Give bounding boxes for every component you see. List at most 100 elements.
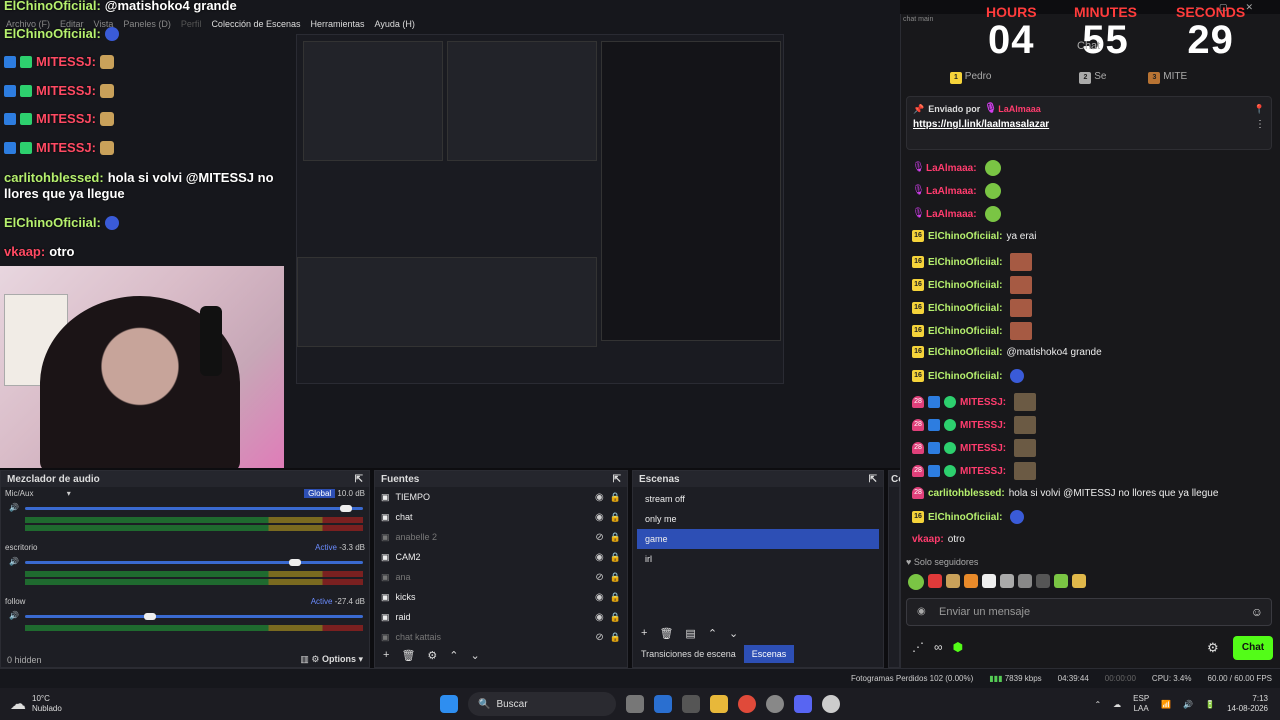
- infinity-icon[interactable]: ∞: [934, 640, 943, 654]
- chat-username[interactable]: LaAlmaaa:: [926, 163, 977, 174]
- chevron-down-icon[interactable]: ⌄: [729, 627, 738, 640]
- chat-username[interactable]: vkaap:: [912, 534, 944, 545]
- gear-icon[interactable]: ⚙: [311, 654, 319, 664]
- tab-transitions[interactable]: Transiciones de escena: [633, 645, 744, 663]
- app-icon[interactable]: [682, 695, 700, 713]
- menu-herramientas[interactable]: Herramientas: [311, 19, 365, 29]
- lock-icon[interactable]: 🔒: [610, 532, 621, 543]
- filter-icon[interactable]: ▤: [685, 627, 695, 640]
- emote-icon[interactable]: [982, 574, 996, 588]
- menu-vista[interactable]: Vista: [94, 19, 114, 29]
- chevron-down-icon[interactable]: ⌄: [471, 649, 480, 662]
- volume-slider[interactable]: [25, 559, 363, 566]
- eye-icon[interactable]: ◉: [595, 612, 604, 623]
- app-icon[interactable]: [766, 695, 784, 713]
- chevron-down-icon[interactable]: ▾: [67, 489, 71, 498]
- chat-username[interactable]: LaAlmaaa:: [926, 186, 977, 197]
- emote-icon[interactable]: [928, 574, 942, 588]
- speaker-icon[interactable]: 🔊: [9, 611, 19, 620]
- clock[interactable]: 7:13 14-08-2026: [1227, 694, 1268, 714]
- emote-icon[interactable]: [1072, 574, 1086, 588]
- lock-icon[interactable]: 🔒: [610, 632, 621, 643]
- chevron-up-icon[interactable]: ⌃: [449, 649, 458, 662]
- source-item[interactable]: ▣ chat ◉ 🔒: [375, 507, 627, 527]
- emote-icon[interactable]: [946, 574, 960, 588]
- source-item[interactable]: ▣ chat kattais ⊘ 🔒: [375, 627, 627, 647]
- pin-toggle-icon[interactable]: 📍: [1254, 104, 1265, 115]
- discord-icon[interactable]: [794, 695, 812, 713]
- chat-username[interactable]: ElChinoOficiial:: [928, 231, 1002, 242]
- lock-icon[interactable]: 🔒: [610, 552, 621, 563]
- chat-username[interactable]: ElChinoOficiial:: [928, 347, 1002, 358]
- source-item[interactable]: ▣ CAM2 ◉ 🔒: [375, 547, 627, 567]
- task-view-icon[interactable]: [626, 695, 644, 713]
- chat-username[interactable]: LaAlmaaa:: [926, 209, 977, 220]
- lock-icon[interactable]: 🔒: [610, 612, 621, 623]
- lock-icon[interactable]: 🔒: [610, 592, 621, 603]
- more-options-icon[interactable]: ⋮: [1255, 119, 1265, 130]
- gear-icon[interactable]: ⚙: [427, 649, 437, 662]
- eye-icon[interactable]: ◉: [595, 552, 604, 563]
- emote-icon[interactable]: [1036, 574, 1050, 588]
- close-icon[interactable]: ✕: [1246, 2, 1254, 13]
- lock-icon[interactable]: 🔒: [610, 572, 621, 583]
- menu-paneles[interactable]: Paneles (D): [123, 19, 171, 29]
- volume-icon[interactable]: 🔊: [1183, 700, 1193, 709]
- speaker-icon[interactable]: 🔊: [9, 503, 19, 512]
- slider-knob[interactable]: [340, 505, 353, 512]
- layout-icon[interactable]: ▥: [300, 654, 309, 664]
- weather-widget[interactable]: ☁ 10°C Nublado: [10, 694, 62, 714]
- scene-item[interactable]: irl: [637, 549, 879, 569]
- dock-float-icon[interactable]: ⇱: [355, 474, 363, 485]
- eye-off-icon[interactable]: ⊘: [595, 532, 603, 543]
- tab-scenes[interactable]: Escenas: [743, 645, 795, 663]
- scene-item[interactable]: only me: [637, 509, 879, 529]
- trash-icon[interactable]: 🗑: [401, 649, 415, 662]
- dock-float-icon[interactable]: ⇱: [613, 474, 621, 485]
- kick-icon[interactable]: ⬢: [953, 640, 963, 654]
- chat-username[interactable]: MITESSJ:: [960, 443, 1006, 454]
- lock-icon[interactable]: 🔒: [610, 492, 621, 503]
- source-item[interactable]: ▣ kicks ◉ 🔒: [375, 587, 627, 607]
- chat-username[interactable]: ElChinoOficiial:: [928, 303, 1002, 314]
- volume-slider[interactable]: [25, 505, 363, 512]
- chevron-up-icon[interactable]: ⌃: [708, 627, 717, 640]
- taskbar-search[interactable]: 🔍 Buscar: [468, 692, 616, 716]
- source-item[interactable]: ▣ ana ⊘ 🔒: [375, 567, 627, 587]
- message-input[interactable]: ◉ Enviar un mensaje ☺: [906, 598, 1272, 626]
- emoji-icon[interactable]: ☺: [1251, 605, 1263, 619]
- chat-username[interactable]: MITESSJ:: [960, 397, 1006, 408]
- chat-username[interactable]: ElChinoOficiial:: [928, 280, 1002, 291]
- obs-icon[interactable]: [822, 695, 840, 713]
- options-button[interactable]: Options: [322, 654, 356, 664]
- trash-icon[interactable]: 🗑: [659, 627, 673, 640]
- speaker-icon[interactable]: 🔊: [9, 557, 19, 566]
- emote-icon[interactable]: [1000, 574, 1014, 588]
- emote-icon[interactable]: [1018, 574, 1032, 588]
- share-icon[interactable]: ⋰: [912, 640, 924, 654]
- menu-editar[interactable]: Editar: [60, 19, 84, 29]
- network-icon[interactable]: ☁: [1113, 700, 1121, 709]
- slider-knob[interactable]: [289, 559, 302, 566]
- chat-username[interactable]: MITESSJ:: [960, 420, 1006, 431]
- lock-icon[interactable]: 🔒: [610, 512, 621, 523]
- menu-perfil[interactable]: Perfil: [181, 19, 202, 29]
- chat-username[interactable]: carlitohblessed:: [928, 488, 1005, 499]
- emote-icon[interactable]: [908, 574, 924, 590]
- source-item[interactable]: ▣ anabelle 2 ⊘ 🔒: [375, 527, 627, 547]
- folder-icon[interactable]: [710, 695, 728, 713]
- chat-send-button[interactable]: Chat: [1233, 636, 1273, 660]
- eye-off-icon[interactable]: ⊘: [595, 572, 603, 583]
- chrome-icon[interactable]: [738, 695, 756, 713]
- dock-float-icon[interactable]: ⇱: [869, 474, 877, 485]
- emote-icon[interactable]: [1054, 574, 1068, 588]
- eye-off-icon[interactable]: ⊘: [595, 632, 603, 643]
- eye-icon[interactable]: ◉: [595, 592, 604, 603]
- chat-username[interactable]: ElChinoOficiial:: [928, 371, 1002, 382]
- wifi-icon[interactable]: 📶: [1161, 700, 1171, 709]
- chat-username[interactable]: ElChinoOficiial:: [928, 326, 1002, 337]
- emote-icon[interactable]: [964, 574, 978, 588]
- menu-archivo[interactable]: Archivo (F): [6, 19, 50, 29]
- eye-icon[interactable]: ◉: [595, 492, 604, 503]
- windows-start-icon[interactable]: [440, 695, 458, 713]
